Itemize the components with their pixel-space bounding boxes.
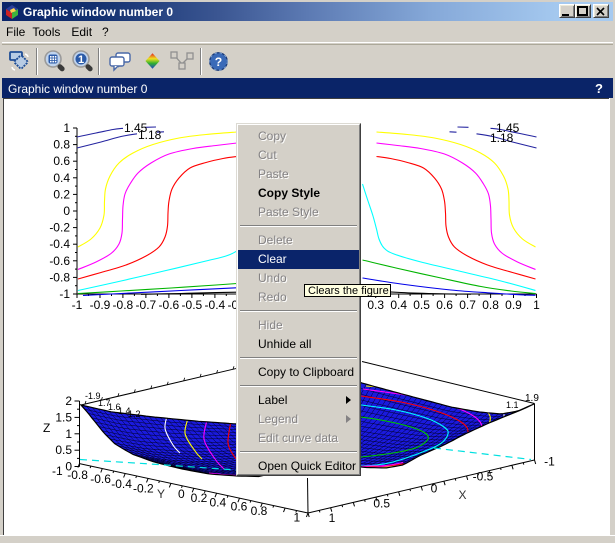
svg-text:0.8: 0.8 [251, 504, 268, 518]
svg-text:-0.8: -0.8 [67, 468, 88, 482]
svg-text:-0.5: -0.5 [182, 298, 203, 312]
svg-text:1.18: 1.18 [490, 131, 514, 145]
svg-text:-1: -1 [544, 455, 555, 469]
svg-text:-0.6: -0.6 [90, 472, 111, 486]
svg-text:1: 1 [78, 54, 84, 66]
svg-text:1: 1 [533, 298, 540, 312]
svg-text:Y: Y [157, 487, 165, 501]
svg-text:0.5: 0.5 [413, 298, 430, 312]
svg-text:-0.7: -0.7 [136, 298, 157, 312]
svg-text:X: X [459, 488, 467, 502]
svg-text:-1: -1 [72, 298, 83, 312]
svg-text:0: 0 [431, 482, 438, 496]
svg-text:0.8: 0.8 [53, 138, 70, 152]
svg-text:0.5: 0.5 [55, 443, 72, 457]
svg-text:-0.4: -0.4 [205, 298, 226, 312]
svg-text:1.5: 1.5 [55, 410, 72, 424]
svg-text:0: 0 [178, 487, 185, 501]
svg-text:?: ? [215, 55, 222, 69]
svg-text:-0.6: -0.6 [159, 298, 180, 312]
svg-text:0.6: 0.6 [53, 154, 70, 168]
svg-text:-0.2: -0.2 [49, 221, 70, 235]
svg-text:1: 1 [329, 511, 336, 525]
svg-text:-0.8: -0.8 [49, 270, 70, 284]
svg-text:1.9: 1.9 [525, 393, 539, 404]
svg-text:0.6: 0.6 [231, 500, 248, 514]
svg-text:1.2: 1.2 [128, 409, 141, 419]
svg-text:-0.4: -0.4 [111, 477, 132, 491]
svg-text:0.4: 0.4 [53, 171, 70, 185]
svg-text:0.5: 0.5 [373, 497, 390, 511]
svg-text:1: 1 [63, 121, 70, 135]
svg-text:-0.6: -0.6 [49, 254, 70, 268]
svg-text:-0.5: -0.5 [473, 469, 494, 483]
svg-text:0.8: 0.8 [482, 298, 499, 312]
svg-text:1.1: 1.1 [506, 400, 519, 410]
svg-text:-0.8: -0.8 [113, 298, 134, 312]
svg-text:2: 2 [65, 394, 72, 408]
svg-text:0.9: 0.9 [505, 298, 522, 312]
svg-text:0.4: 0.4 [390, 298, 407, 312]
svg-text:1.18: 1.18 [138, 128, 162, 142]
svg-text:0.7: 0.7 [459, 298, 476, 312]
svg-text:-1: -1 [52, 464, 63, 478]
svg-text:1: 1 [65, 427, 72, 441]
svg-text:-0.2: -0.2 [133, 482, 154, 496]
svg-text:Z: Z [43, 421, 50, 435]
svg-text:-0.9: -0.9 [90, 298, 111, 312]
svg-text:1: 1 [293, 510, 300, 524]
svg-text:-1: -1 [59, 287, 70, 301]
svg-text:-0.4: -0.4 [49, 237, 70, 251]
svg-text:0.6: 0.6 [436, 298, 453, 312]
svg-text:0.2: 0.2 [191, 491, 208, 505]
svg-text:0.3: 0.3 [367, 298, 384, 312]
svg-text:0: 0 [63, 204, 70, 218]
svg-text:0.2: 0.2 [53, 187, 70, 201]
svg-text:0.4: 0.4 [209, 495, 226, 509]
